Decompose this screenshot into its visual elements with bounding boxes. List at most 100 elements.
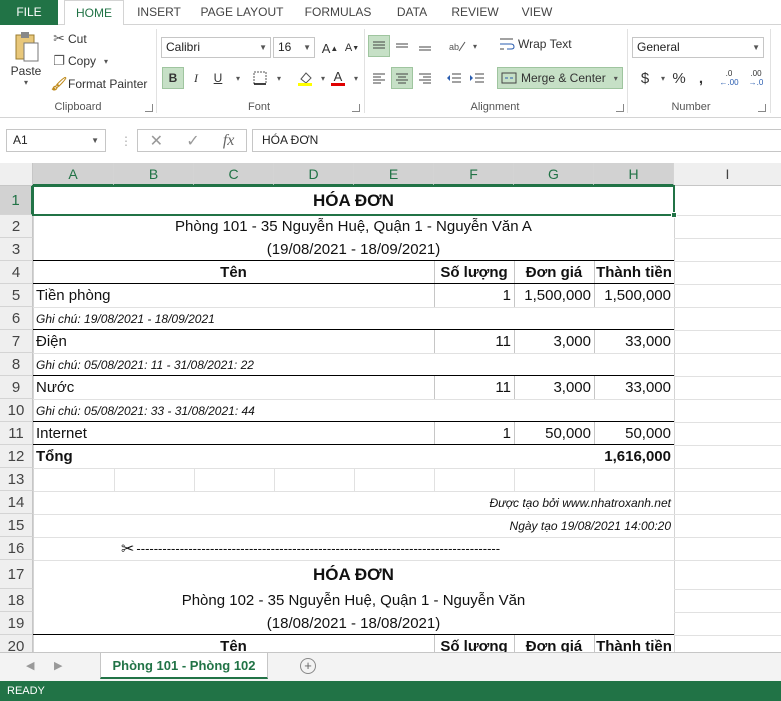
insert-function-icon[interactable]: fx xyxy=(223,132,235,150)
row-header-16[interactable]: 16 xyxy=(0,537,33,560)
align-right-button[interactable] xyxy=(414,67,436,89)
item-qty[interactable]: 1 xyxy=(434,284,514,307)
item-total[interactable]: 50,000 xyxy=(594,422,674,445)
sum-value[interactable]: 1,616,000 xyxy=(594,445,674,468)
tab-view[interactable]: VIEW xyxy=(512,0,562,25)
row-header-2[interactable]: 2 xyxy=(0,215,33,238)
row-header-19[interactable]: 19 xyxy=(0,612,33,635)
column-header-c[interactable]: C xyxy=(194,163,274,186)
wrap-text-button[interactable]: Wrap Text xyxy=(499,37,572,51)
item-total[interactable]: 33,000 xyxy=(594,330,674,353)
enter-icon[interactable]: ✓ xyxy=(186,131,199,151)
underline-button[interactable]: U xyxy=(207,67,229,89)
worksheet-grid[interactable]: A B C D E F G H I 1 2 3 4 5 6 7 8 9 10 1… xyxy=(0,163,781,652)
invoice-title[interactable]: HÓA ĐƠN xyxy=(33,560,674,589)
tab-home[interactable]: HOME xyxy=(64,0,124,26)
comma-style-button[interactable]: , xyxy=(690,67,712,89)
item-qty[interactable]: 11 xyxy=(434,376,514,399)
header-total[interactable]: Thành tiền xyxy=(594,261,674,284)
align-left-button[interactable] xyxy=(368,67,390,89)
next-sheet-icon[interactable]: ▶ xyxy=(54,659,62,672)
italic-button[interactable]: I xyxy=(185,67,207,89)
row-header-9[interactable]: 9 xyxy=(0,376,33,399)
row-header-12[interactable]: 12 xyxy=(0,445,33,468)
prev-sheet-icon[interactable]: ◀ xyxy=(26,659,34,672)
column-header-g[interactable]: G xyxy=(514,163,594,186)
header-name[interactable]: Tên xyxy=(33,261,434,284)
row-header-20[interactable]: 20 xyxy=(0,635,33,652)
select-all-corner[interactable] xyxy=(0,163,33,186)
merge-dropdown-icon[interactable]: ▾ xyxy=(614,74,618,83)
row-header-17[interactable]: 17 xyxy=(0,560,33,589)
header-qty[interactable]: Số lượng xyxy=(434,635,514,652)
item-note[interactable]: Ghi chú: 19/08/2021 - 18/09/2021 xyxy=(33,307,674,330)
copy-button[interactable]: ❐ Copy ▾ xyxy=(50,53,108,69)
tab-review[interactable]: REVIEW xyxy=(446,0,504,25)
increase-decimal-button[interactable]: .0 ←.00 xyxy=(718,67,740,89)
header-price[interactable]: Đơn giá xyxy=(514,261,594,284)
row-header-11[interactable]: 11 xyxy=(0,422,33,445)
row-header-6[interactable]: 6 xyxy=(0,307,33,330)
font-launcher-icon[interactable] xyxy=(352,104,360,112)
bold-button[interactable]: B xyxy=(162,67,184,89)
item-name[interactable]: Internet xyxy=(33,422,434,445)
number-format-select[interactable]: General ▼ xyxy=(632,37,764,58)
row-header-14[interactable]: 14 xyxy=(0,491,33,514)
column-header-d[interactable]: D xyxy=(274,163,354,186)
underline-dropdown-icon[interactable]: ▾ xyxy=(227,67,249,89)
row-header-15[interactable]: 15 xyxy=(0,514,33,537)
header-name[interactable]: Tên xyxy=(33,635,434,652)
tab-file[interactable]: FILE xyxy=(0,0,58,25)
more-options-icon[interactable]: ⋮ xyxy=(120,134,132,148)
item-name[interactable]: Tiền phòng xyxy=(33,284,434,307)
item-name[interactable]: Điện xyxy=(33,330,434,353)
header-qty[interactable]: Số lượng xyxy=(434,261,514,284)
align-center-button[interactable] xyxy=(391,67,413,89)
align-bottom-button[interactable] xyxy=(414,35,436,57)
decrease-decimal-button[interactable]: .00 →.0 xyxy=(745,67,767,89)
created-by[interactable]: Được tạo bởi www.nhatroxanh.net xyxy=(33,491,674,514)
item-price[interactable]: 3,000 xyxy=(514,330,594,353)
percent-button[interactable]: % xyxy=(668,67,690,89)
row-header-7[interactable]: 7 xyxy=(0,330,33,353)
created-at[interactable]: Ngày tạo 19/08/2021 14:00:20 xyxy=(33,514,674,537)
row-header-18[interactable]: 18 xyxy=(0,589,33,612)
alignment-launcher-icon[interactable] xyxy=(616,104,624,112)
orientation-dropdown-icon[interactable]: ▾ xyxy=(464,35,486,57)
borders-dropdown-icon[interactable]: ▾ xyxy=(268,67,290,89)
row-header-4[interactable]: 4 xyxy=(0,261,33,284)
column-header-e[interactable]: E xyxy=(354,163,434,186)
tab-page-layout[interactable]: PAGE LAYOUT xyxy=(196,0,288,25)
column-header-i[interactable]: I xyxy=(674,163,781,186)
formula-input[interactable]: HÓA ĐƠN xyxy=(252,129,781,152)
copy-dropdown-icon[interactable]: ▾ xyxy=(104,57,108,66)
align-middle-button[interactable] xyxy=(391,35,413,57)
header-price[interactable]: Đơn giá xyxy=(514,635,594,652)
number-launcher-icon[interactable] xyxy=(758,104,766,112)
font-size-select[interactable]: 16 ▼ xyxy=(273,37,315,58)
cut-line[interactable]: ✂ --------------------------------------… xyxy=(118,537,598,560)
increase-font-button[interactable]: A ▲ xyxy=(319,37,341,59)
column-header-f[interactable]: F xyxy=(434,163,514,186)
sheet-tab-active[interactable]: Phòng 101 - Phòng 102 xyxy=(100,653,268,679)
invoice-period[interactable]: (18/08/2021 - 18/08/2021) xyxy=(33,612,674,635)
invoice-period[interactable]: (19/08/2021 - 18/09/2021) xyxy=(33,238,674,261)
tab-data[interactable]: DATA xyxy=(386,0,438,25)
format-painter-button[interactable]: 🖌 Format Painter xyxy=(50,76,148,92)
paste-dropdown-icon[interactable]: ▾ xyxy=(24,78,28,87)
name-box[interactable]: A1 ▼ xyxy=(6,129,106,152)
item-price[interactable]: 1,500,000 xyxy=(514,284,594,307)
item-note[interactable]: Ghi chú: 05/08/2021: 11 - 31/08/2021: 22 xyxy=(33,353,674,376)
row-header-5[interactable]: 5 xyxy=(0,284,33,307)
row-header-8[interactable]: 8 xyxy=(0,353,33,376)
item-note[interactable]: Ghi chú: 05/08/2021: 33 - 31/08/2021: 44 xyxy=(33,399,674,422)
add-sheet-icon[interactable]: + xyxy=(300,658,316,674)
item-qty[interactable]: 11 xyxy=(434,330,514,353)
invoice-address[interactable]: Phòng 102 - 35 Nguyễn Huệ, Quận 1 - Nguy… xyxy=(33,589,674,612)
column-header-a[interactable]: A xyxy=(33,163,114,186)
align-top-button[interactable] xyxy=(368,35,390,57)
row-header-1[interactable]: 1 xyxy=(0,186,33,215)
decrease-indent-button[interactable] xyxy=(443,67,465,89)
sum-label[interactable]: Tổng xyxy=(33,445,434,468)
item-total[interactable]: 33,000 xyxy=(594,376,674,399)
